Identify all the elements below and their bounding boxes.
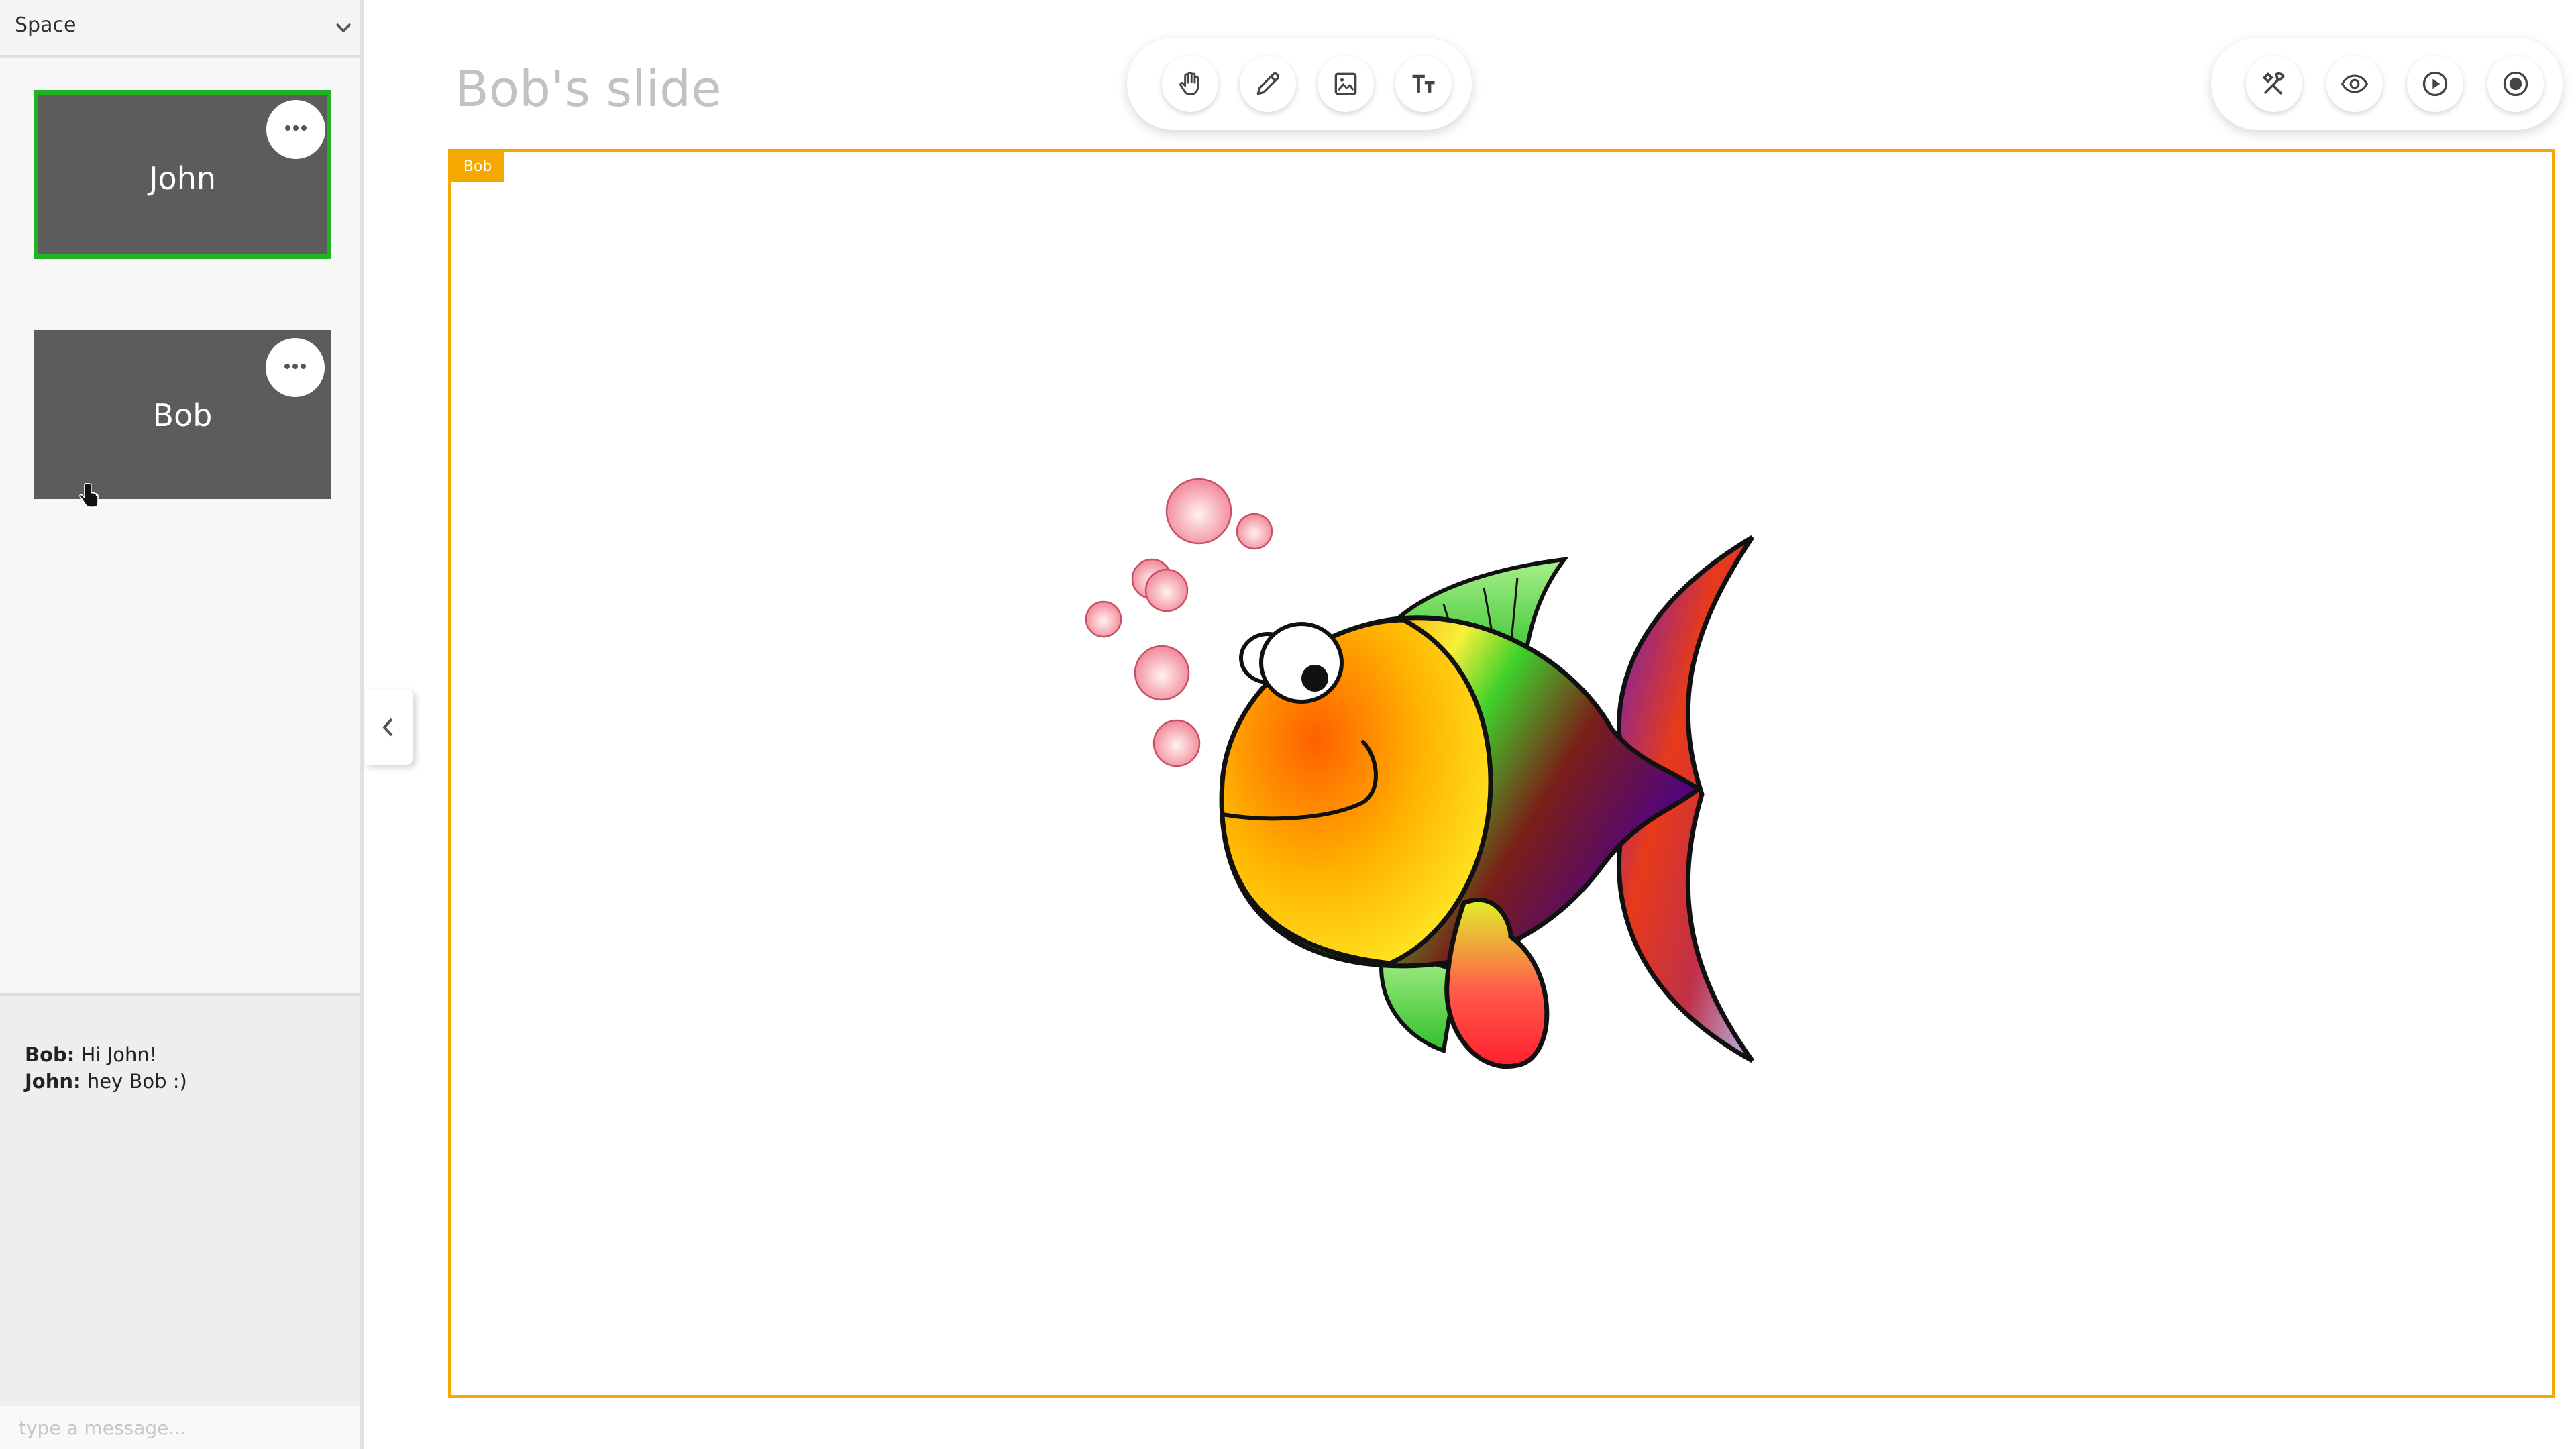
chat-text: hey Bob :) [87, 1070, 187, 1093]
eye-icon [2341, 74, 2369, 93]
collapse-sidebar-button[interactable] [365, 690, 413, 765]
chat-author: Bob: [25, 1043, 75, 1066]
image-tool-button[interactable] [1318, 56, 1374, 112]
preview-button[interactable] [2326, 56, 2383, 112]
fish-pupil [1301, 665, 1328, 692]
chevron-down-icon[interactable] [333, 17, 354, 38]
hand-icon [1179, 71, 1199, 96]
space-label: Space [15, 13, 76, 37]
text-tool-button[interactable] [1395, 56, 1452, 112]
tools-icon [2263, 72, 2285, 95]
fish-eye [1259, 622, 1344, 704]
hand-tool-button[interactable] [1162, 56, 1218, 112]
space-selector[interactable]: Space [0, 0, 360, 58]
play-icon [2422, 71, 2448, 97]
chat-message-input[interactable] [0, 1406, 360, 1449]
image-icon [1334, 72, 1357, 95]
fish-drawing[interactable] [1028, 467, 1900, 1097]
chat-panel: Bob: Hi John! John: hey Bob :) [0, 993, 360, 1409]
slide-thumbnail-label: Bob [152, 397, 213, 433]
pencil-icon [1256, 72, 1280, 95]
chat-message: Bob: Hi John! [25, 1043, 157, 1066]
slide-thumbnail-bob[interactable]: Bob [34, 330, 331, 499]
mouse-cursor-icon [79, 483, 99, 508]
text-icon [1412, 74, 1435, 93]
chevron-left-icon [382, 718, 393, 737]
chat-author: John: [25, 1070, 81, 1093]
record-button[interactable] [2487, 56, 2544, 112]
record-icon [2503, 71, 2528, 97]
slide-options-button[interactable] [266, 100, 325, 159]
slide-canvas[interactable]: Bob [448, 149, 2555, 1398]
more-dots-icon [284, 364, 306, 369]
tools-button[interactable] [2246, 56, 2302, 112]
pencil-tool-button[interactable] [1240, 56, 1296, 112]
more-dots-icon [285, 125, 307, 131]
chat-text: Hi John! [80, 1043, 158, 1066]
drawing-toolbar [1127, 38, 1472, 130]
slide-thumbnail-john[interactable]: John [34, 90, 331, 259]
presentation-toolbar [2211, 38, 2563, 130]
sidebar: Space John Bob Bob: Hi John! John: hey B… [0, 0, 364, 1449]
slide-options-button[interactable] [266, 338, 325, 397]
slide-title[interactable]: Bob's slide [455, 60, 722, 118]
slide-thumbnail-label: John [148, 160, 217, 197]
chat-message: John: hey Bob :) [25, 1070, 187, 1093]
slide-owner-tag: Bob [451, 152, 504, 182]
play-button[interactable] [2407, 56, 2463, 112]
